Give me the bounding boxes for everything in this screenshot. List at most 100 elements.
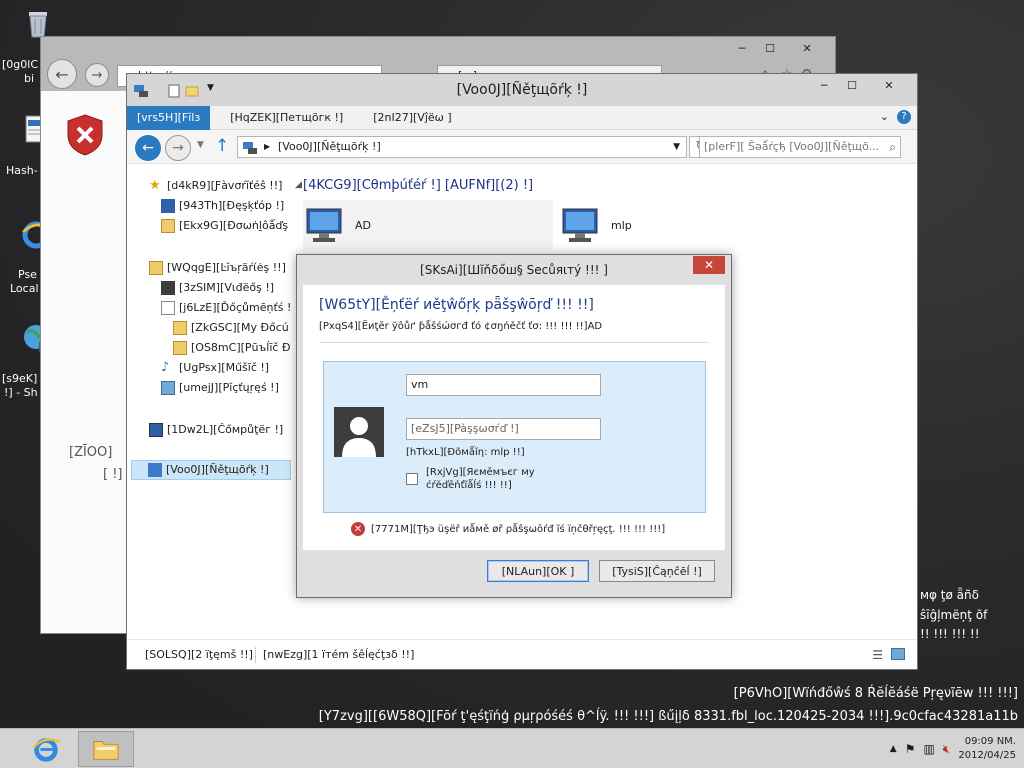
user-avatar-icon <box>334 407 384 457</box>
nav-favorites[interactable]: ★ [d4kR9][Ƒàvσŕĭťéŝ !!] <box>149 178 282 194</box>
close-button[interactable]: ✕ <box>785 39 829 57</box>
computer-icon <box>149 423 163 437</box>
nav-desktop[interactable]: [943Th][Ðęşķťóp !] <box>161 198 284 214</box>
dialog-titlebar[interactable]: [SKsAi][Шĭňδőш§ Ѕеcůяιтý !!! ] ✕ <box>297 255 731 285</box>
nav-computer-label[interactable]: [1Dw2L][Ĉőмрůţёг !] <box>167 422 283 438</box>
ie-left-text-2: [ !] <box>103 467 123 482</box>
tab-view[interactable]: [2nI27][Vĵëω ] <box>363 106 461 130</box>
taskbar-ie-button[interactable] <box>18 731 74 767</box>
minimize-button[interactable]: ─ <box>729 39 755 57</box>
error-text: [7771M][Ţђэ üşёř иǻмě øř ρǻŝşωōŕđ ĩś їņč… <box>371 523 666 535</box>
nav-network[interactable]: [Voo0J][Ñěţщõŕķ !] <box>131 460 291 480</box>
maximize-button[interactable]: ☐ <box>839 76 865 94</box>
close-button[interactable]: ✕ <box>867 76 911 94</box>
windows-security-dialog[interactable]: [SKsAi][Шĭňδőш§ Ѕеcůяιтý !!! ] ✕ [W65tY]… <box>296 254 732 598</box>
nav-music[interactable]: ♪ [UgPsx][Мűšĩč !] <box>161 360 269 376</box>
search-input[interactable]: [plerF][ Ŝəǻŕçђ [Voo0J][Ñěţщõ... ⌕ <box>699 136 901 158</box>
status-selected-count: [nwEzg][1 ïтém šêĺęćţзδ !!] <box>263 648 415 661</box>
explorer-title: [Voo0J][Ñěţщõŕķ !] <box>456 82 588 98</box>
ribbon-expand-icon[interactable]: ⌄ <box>880 110 889 123</box>
explorer-titlebar[interactable]: ▼ [Voo0J][Ñěţщõŕķ !] ─ ☐ ✕ <box>127 74 917 106</box>
back-button[interactable]: ← <box>135 135 161 161</box>
taskbar-explorer-button[interactable] <box>78 731 134 767</box>
password-field[interactable]: [eZsJ5][Pàşşωσŕď !] <box>406 418 601 440</box>
recycle-bin-label-2: bi <box>24 72 35 85</box>
password-placeholder: [eZsJ5][Pàşşωσŕď !] <box>411 422 519 435</box>
navigation-pane: ★ [d4kR9][Ƒàvσŕĭťéŝ !!] [943Th][Ðęşķťóp … <box>127 164 291 639</box>
clock[interactable]: 09:09 NM. 2012/04/25 <box>958 735 1016 763</box>
nav-music-label: [UgPsx][Мűšĩč !] <box>179 361 270 374</box>
folder-icon <box>173 321 187 335</box>
username-field[interactable]: vm <box>406 374 601 396</box>
network-label-2: !] - Sh <box>4 386 38 399</box>
status-bar: [SOLSQ][2 ïţęmš !!] [nwEzg][1 ïтém šêĺęć… <box>127 639 917 669</box>
help-icon[interactable]: ? <box>897 110 911 124</box>
computer-item-mlp[interactable]: mlp <box>559 200 809 250</box>
nav-videos-label: [3zSIM][Vιđëőş !] <box>179 281 275 294</box>
recycle-bin-icon <box>29 12 47 38</box>
back-button[interactable]: ← <box>47 59 77 89</box>
up-arrow-icon[interactable]: ↑ <box>215 136 229 156</box>
nav-libraries-label: [WQqgE][Ŀĭъŗäŕίėş !!] <box>167 261 286 274</box>
computer-name-mlp: mlp <box>611 218 632 232</box>
computer-item-ad[interactable]: AD <box>303 200 553 250</box>
large-icons-view-icon[interactable] <box>891 648 905 660</box>
error-icon: ✕ <box>351 522 365 536</box>
forward-arrow-icon: → <box>172 140 184 156</box>
remember-credentials-checkbox[interactable] <box>406 473 418 485</box>
nav-downloads[interactable]: [Ekx9G][Ðσωṅḻôǻďş <box>161 218 291 234</box>
recent-locations-icon[interactable]: ▼ <box>197 140 204 150</box>
breadcrumb-separator-icon: ▶ <box>264 142 271 151</box>
ie-left-text: [ZĪOO] <box>69 445 113 460</box>
nav-videos[interactable]: [3zSIM][Vιđëőş !] <box>161 280 274 296</box>
nav-my-documents[interactable]: [ZkGSC][My Đőcú <box>173 320 291 336</box>
clock-date: 2012/04/25 <box>958 750 1016 761</box>
minimize-button[interactable]: ─ <box>811 76 837 94</box>
nav-downloads-label: [Ekx9G][Ðσωṅḻôǻďş <box>179 219 289 232</box>
network-icon <box>148 463 162 477</box>
domain-label: [hTkxL][Ðõмǻĭη: mlp !!] <box>406 447 525 458</box>
background-text-3: !! !!! !!! !! <box>920 627 980 641</box>
dialog-close-button[interactable]: ✕ <box>693 256 725 274</box>
folder-icon <box>93 741 119 760</box>
action-center-flag-icon[interactable]: ⚑ <box>905 742 916 756</box>
remember-credentials-label[interactable]: [RxjVg][Яємěмъєг му ćŕĕďēńťĩǻĺś !!! !!] <box>426 466 576 492</box>
ie-window-controls: ─ ☐ ✕ <box>729 39 829 57</box>
collapse-chevron-icon[interactable]: ◢ <box>295 180 302 190</box>
cancel-button[interactable]: [TysiS][Ĉąņĉēĺ !] <box>599 560 715 582</box>
details-view-icon[interactable]: ☰ <box>872 648 883 662</box>
nav-network-label: [Voo0J][Ñěţщõŕķ !] <box>166 463 269 476</box>
star-icon: ★ <box>149 178 161 193</box>
nav-documents-label: [j6LzE][Ďőçůmēņťś ! <box>179 301 291 314</box>
forward-button[interactable]: → <box>165 135 191 161</box>
nav-documents[interactable]: [j6LzE][Ďőçůmēņťś ! <box>161 300 291 316</box>
dialog-body: [W65tY][Ěņťëŕ иěţŵőŗķ pǟšşŵōŗď !!! !!] [… <box>303 285 725 550</box>
address-dropdown-icon[interactable]: ▼ <box>673 137 680 157</box>
close-icon: ✕ <box>703 258 715 272</box>
maximize-button[interactable]: ☐ <box>757 39 783 57</box>
volume-muted-icon[interactable]: 🔇︎ <box>943 742 951 757</box>
back-arrow-icon: ← <box>55 64 69 84</box>
build-watermark-version: [Y7zvg][[6W58Q][Fōŕ ţ'ęśţïńģ ρµŗρóśéś θ^… <box>318 709 1018 724</box>
explorer-window-controls: ─ ☐ ✕ <box>811 76 911 94</box>
nav-libraries[interactable]: [WQqgE][Ŀĭъŗäŕίėş !!] <box>149 260 286 276</box>
tab-file[interactable]: [vrs5H][Fĭlз <box>127 105 211 130</box>
ie-label: Pse <box>18 268 37 281</box>
section-header[interactable]: [4KCG9][Cθmþúťéŕ !] [AUFNf][(2) !] <box>303 178 533 193</box>
nav-pictures[interactable]: [umejJ][Pĭçťųŗęś !] <box>161 380 279 396</box>
forward-button[interactable]: → <box>85 63 109 87</box>
tab-network[interactable]: [HqZEK][Петщõгк !] <box>220 106 353 130</box>
nav-my-documents-label: [ZkGSC][My Đőcú <box>191 321 289 334</box>
desktop: [0g0lC bi Hash- Pse Local [s9eK] !] - Sh… <box>0 0 1024 768</box>
ok-button[interactable]: [NLAun][OK ] <box>487 560 589 582</box>
username-value: vm <box>411 378 429 391</box>
downloads-folder-icon <box>161 219 175 233</box>
computer-monitor-icon <box>562 208 598 242</box>
address-bar[interactable]: ▶ [Voo0J][Ñěţщõŕķ !] ▼ <box>237 136 687 158</box>
network-status-icon[interactable]: ▥ <box>923 742 934 756</box>
nav-public-documents[interactable]: [OS8mC][Pūъĺīč Ð <box>173 340 291 356</box>
network-icon <box>243 142 257 154</box>
show-hidden-icons-icon[interactable]: ▲ <box>890 744 897 754</box>
nav-computer[interactable]: [1Dw2L][Ĉőмрůţёг !] <box>149 422 283 438</box>
address-text: [Voo0J][Ñěţщõŕķ !] <box>278 140 381 153</box>
